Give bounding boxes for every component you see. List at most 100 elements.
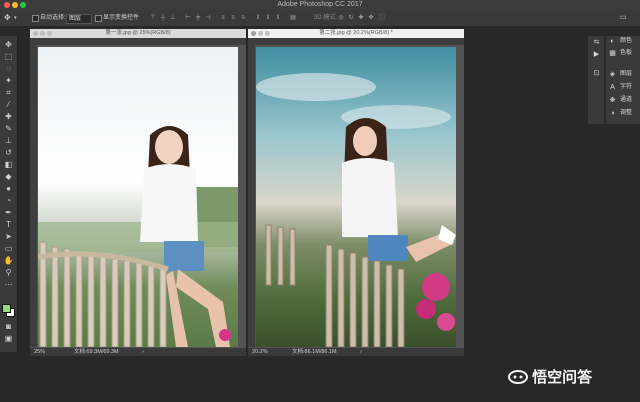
move-tool-icon[interactable]: ✥ xyxy=(3,40,14,50)
channels-panel-label[interactable]: 通道 xyxy=(620,96,632,105)
history-panel-icon[interactable]: ⇆ xyxy=(592,38,601,47)
distribute-left-icon[interactable]: ‖ xyxy=(255,15,261,21)
swatches-panel-icon[interactable]: ▦ xyxy=(608,49,617,58)
brush-tool-icon[interactable]: ✎ xyxy=(3,124,14,134)
rectangle-tool-icon[interactable]: ▭ xyxy=(3,244,14,254)
healing-brush-tool-icon[interactable]: ✚ xyxy=(3,112,14,122)
character-panel-icon[interactable]: A xyxy=(608,83,617,92)
screen-mode-icon[interactable]: ▣ xyxy=(3,334,14,344)
move-tool-icon[interactable]: ✥ xyxy=(4,13,11,23)
align-left-icon[interactable]: ⊢ xyxy=(185,15,191,21)
distribute-center-icon[interactable]: ‖ xyxy=(265,15,271,21)
lasso-tool-icon[interactable]: ◌ xyxy=(3,64,14,74)
document-size-info[interactable]: 文档:69.3M/69.3M xyxy=(74,348,119,356)
align-top-icon[interactable]: ⊤ xyxy=(150,15,156,21)
align-middle-icon[interactable]: ┼ xyxy=(160,15,166,21)
auto-align-icon[interactable]: ▤ xyxy=(290,15,296,21)
auto-select-dropdown[interactable]: 图层 xyxy=(66,14,92,24)
document-workspace: 第一张.jpg @ 25%(RGB/8) 25% 文档:69.3M/69.3M … xyxy=(18,27,584,402)
distribute-right-icon[interactable]: ‖ xyxy=(275,15,281,21)
vertical-ruler xyxy=(30,45,37,347)
photo-content xyxy=(256,73,456,347)
document-status-bar: 20.2% 文档:86.1M/86.1M › xyxy=(248,348,464,356)
chevron-down-icon[interactable]: ▾ xyxy=(14,13,17,23)
document-size-info[interactable]: 文档:86.1M/86.1M xyxy=(292,348,337,356)
align-bottom-icon[interactable]: ⊥ xyxy=(170,15,176,21)
layers-panel-label[interactable]: 图层 xyxy=(620,70,632,79)
maximize-document-icon[interactable] xyxy=(47,31,52,36)
drag-3d-icon[interactable]: ✚ xyxy=(358,15,364,21)
zoom-tool-icon[interactable]: ⚲ xyxy=(3,268,14,278)
watermark-text: 悟空问答 xyxy=(532,369,593,386)
document-tab-2[interactable]: 第二张.jpg @ 20.2%(RGB/8) * xyxy=(248,29,464,38)
photo-canvas[interactable] xyxy=(256,47,456,347)
photo-canvas[interactable] xyxy=(38,47,238,347)
options-bar: ✥ ▾ 自动选择: 图层 显示变换控件 ⊤ ┼ ⊥ ⊢ ╪ ⊣ ≡ ≡ ≡ ‖ … xyxy=(0,10,640,27)
transform-controls-checkbox[interactable] xyxy=(95,15,102,22)
channels-panel-icon[interactable]: ❋ xyxy=(608,96,617,105)
pen-tool-icon[interactable]: ✒ xyxy=(3,208,14,218)
eraser-tool-icon[interactable]: ◧ xyxy=(3,160,14,170)
document-status-bar: 25% 文档:69.3M/69.3M › xyxy=(30,348,246,356)
magic-wand-tool-icon[interactable]: ✦ xyxy=(3,76,14,86)
distribute-middle-icon[interactable]: ≡ xyxy=(230,15,236,21)
chevron-right-icon[interactable]: › xyxy=(360,348,362,356)
document-window-1[interactable]: 第一张.jpg @ 25%(RGB/8) 25% 文档:69.3M/69.3M … xyxy=(30,29,246,356)
mode-3d-label: 3D 模式: xyxy=(314,15,338,21)
type-tool-icon[interactable]: T xyxy=(3,220,14,230)
panel-dock: ◐ 颜色 ▦ 色板 ◈ 图层 A 字符 ❋ 通道 ◑ 调整 xyxy=(606,36,640,124)
adjustments-panel-icon[interactable]: ◑ xyxy=(608,109,617,118)
watermark: 悟空问答 xyxy=(508,368,592,388)
document-tab-title: 第一张.jpg @ 25%(RGB/8) xyxy=(105,30,171,36)
slide-3d-icon[interactable]: ✥ xyxy=(368,15,374,21)
minimize-document-icon[interactable] xyxy=(40,31,45,36)
panel-icon-column: ⇆ ▶ ⊡ xyxy=(588,36,604,124)
chevron-right-icon[interactable]: › xyxy=(142,348,144,356)
swatches-panel-label[interactable]: 色板 xyxy=(620,49,632,58)
wukong-logo-icon xyxy=(508,370,528,384)
actions-panel-icon[interactable]: ▶ xyxy=(592,50,601,59)
gradient-tool-icon[interactable]: ◆ xyxy=(3,172,14,182)
roll-3d-icon[interactable]: ↻ xyxy=(348,15,354,21)
document-window-2[interactable]: 第二张.jpg @ 20.2%(RGB/8) * 20.2% 文档:86.1M/… xyxy=(248,29,464,356)
auto-select-label: 自动选择: xyxy=(40,15,66,21)
auto-select-checkbox[interactable] xyxy=(32,15,39,22)
distribute-bottom-icon[interactable]: ≡ xyxy=(240,15,246,21)
more-tools-icon[interactable]: ⋯ xyxy=(3,280,14,290)
properties-panel-icon[interactable]: ⊡ xyxy=(592,69,601,78)
orbit-3d-icon[interactable]: ◎ xyxy=(338,15,344,21)
dodge-tool-icon[interactable]: ◔ xyxy=(3,196,14,206)
tools-panel: ✥ ⬚ ◌ ✦ ⌗ ⁄ ✚ ✎ ⊥ ↺ ◧ ◆ ● ◔ ✒ T ➤ ▭ ✋ ⚲ … xyxy=(0,36,18,352)
layers-panel-icon[interactable]: ◈ xyxy=(608,70,617,79)
color-panel-label[interactable]: 颜色 xyxy=(620,37,632,46)
foreground-color-swatch[interactable] xyxy=(2,304,11,313)
zoom-level[interactable]: 25% xyxy=(34,348,45,356)
minimize-document-icon[interactable] xyxy=(258,31,263,36)
quick-mask-icon[interactable]: ◙ xyxy=(3,322,14,332)
document-tab-1[interactable]: 第一张.jpg @ 25%(RGB/8) xyxy=(30,29,246,38)
history-brush-tool-icon[interactable]: ↺ xyxy=(3,148,14,158)
hand-tool-icon[interactable]: ✋ xyxy=(3,256,14,266)
distribute-top-icon[interactable]: ≡ xyxy=(220,15,226,21)
align-center-icon[interactable]: ╪ xyxy=(195,15,201,21)
close-document-icon[interactable] xyxy=(251,31,256,36)
blur-tool-icon[interactable]: ● xyxy=(3,184,14,194)
transform-controls-label: 显示变换控件 xyxy=(103,15,140,21)
zoom-level[interactable]: 20.2% xyxy=(252,348,268,356)
crop-tool-icon[interactable]: ⌗ xyxy=(3,88,14,98)
align-right-icon[interactable]: ⊣ xyxy=(205,15,211,21)
path-selection-tool-icon[interactable]: ➤ xyxy=(3,232,14,242)
character-panel-label[interactable]: 字符 xyxy=(620,83,632,92)
adjustments-panel-label[interactable]: 调整 xyxy=(620,109,632,118)
clone-stamp-tool-icon[interactable]: ⊥ xyxy=(3,136,14,146)
workspace-icon[interactable]: ▭ xyxy=(620,13,627,23)
eyedropper-tool-icon[interactable]: ⁄ xyxy=(3,100,14,110)
title-bar: Adobe Photoshop CC 2017 xyxy=(0,0,640,10)
horizontal-ruler xyxy=(248,38,464,45)
window-title: Adobe Photoshop CC 2017 xyxy=(277,1,363,8)
marquee-tool-icon[interactable]: ⬚ xyxy=(3,52,14,62)
close-document-icon[interactable] xyxy=(33,31,38,36)
maximize-document-icon[interactable] xyxy=(265,31,270,36)
color-panel-icon[interactable]: ◐ xyxy=(608,37,617,46)
scale-3d-icon[interactable]: ⬛ xyxy=(378,15,385,21)
